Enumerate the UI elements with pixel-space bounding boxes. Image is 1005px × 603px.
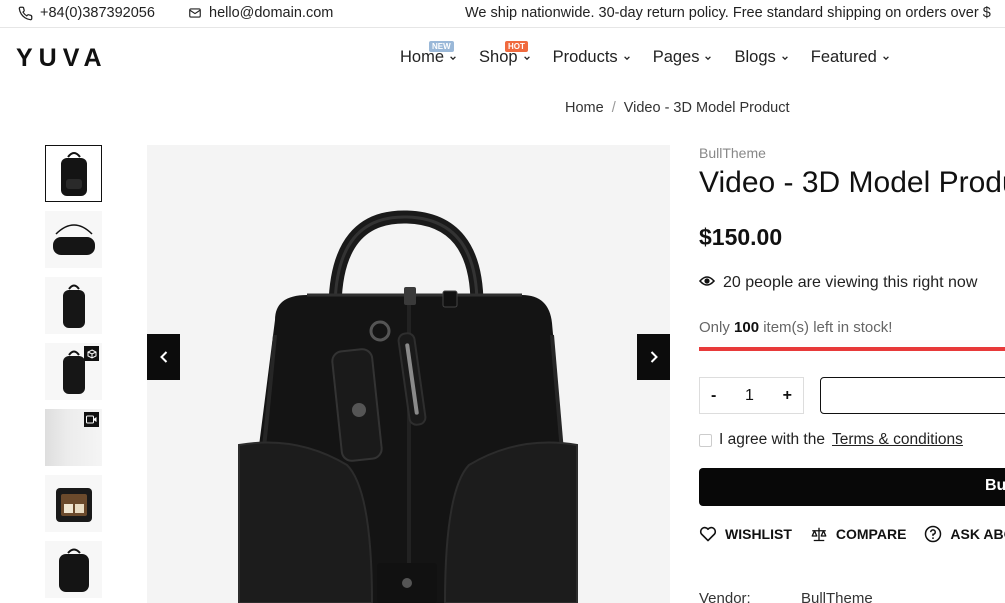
email-address: hello@domain.com (209, 5, 334, 21)
thumbnail-backpack-back[interactable] (45, 541, 102, 598)
new-badge: NEW (429, 41, 454, 52)
vendor-row: Vendor: BullTheme (699, 590, 873, 603)
decrease-quantity-button[interactable]: - (711, 387, 716, 405)
top-bar: +84(0)387392056 hello@domain.com We ship… (0, 0, 1005, 28)
phone-number: +84(0)387392056 (40, 5, 155, 21)
chevron-down-icon (450, 55, 456, 60)
scale-icon (811, 527, 827, 541)
wishlist-label: WISHLIST (725, 526, 792, 542)
thumbnail-video[interactable] (45, 409, 102, 466)
viewing-counter: 20 people are viewing this right now (698, 274, 978, 292)
eye-icon (698, 274, 716, 292)
previous-image-button[interactable] (147, 334, 180, 380)
phone-contact[interactable]: +84(0)387392056 (18, 5, 155, 21)
nav-featured-label: Featured (810, 48, 877, 66)
chevron-left-icon (159, 351, 167, 363)
thumbnail-backpack-side[interactable] (45, 277, 102, 334)
stock-message: Only 100 item(s) left in stock! (699, 319, 892, 336)
stock-progress-bar (699, 347, 1005, 351)
mail-icon (188, 6, 202, 20)
nav-featured[interactable]: Featured (811, 48, 890, 67)
vendor-value[interactable]: BullTheme (801, 590, 873, 603)
terms-checkbox[interactable] (699, 433, 712, 447)
thumbnail-bag-open[interactable] (45, 475, 102, 532)
site-logo[interactable]: YUVA (16, 44, 108, 73)
nav-pages-label: Pages (652, 48, 700, 66)
main-product-image[interactable] (147, 145, 670, 603)
viewing-text: 20 people are viewing this right now (723, 274, 978, 291)
stock-prefix: Only (699, 319, 730, 336)
thumbnail-3d-model[interactable] (45, 343, 102, 400)
nav-products-label: Products (552, 48, 618, 66)
terms-link[interactable]: Terms & conditions (832, 431, 963, 449)
nav-shop[interactable]: Shop HOT (479, 41, 531, 67)
promo-message: We ship nationwide. 30-day return policy… (465, 5, 991, 21)
chevron-down-icon (623, 55, 630, 60)
ask-about-label: ASK ABOUT (950, 526, 1005, 542)
product-actions: WISHLIST COMPARE ASK ABOUT (699, 525, 1005, 543)
stock-count: 100 (734, 319, 760, 336)
add-to-cart-button[interactable] (820, 377, 1005, 414)
chevron-down-icon (705, 55, 712, 60)
phone-icon (18, 6, 33, 21)
vendor-label: Vendor: (699, 590, 751, 603)
breadcrumb-current: Video - 3D Model Product (623, 100, 790, 116)
thumbnail-gallery (45, 145, 102, 603)
breadcrumb: Home / Video - 3D Model Product (565, 100, 790, 116)
buy-now-button[interactable]: Buy (699, 468, 1005, 506)
nav-home[interactable]: Home NEW (400, 41, 457, 67)
product-vendor[interactable]: BullTheme (699, 145, 766, 161)
3d-cube-icon (84, 346, 99, 361)
nav-pages[interactable]: Pages (653, 48, 713, 67)
wishlist-button[interactable]: WISHLIST (699, 525, 792, 543)
breadcrumb-separator: / (611, 100, 616, 116)
ask-about-button[interactable]: ASK ABOUT (924, 525, 1005, 543)
quantity-stepper: - 1 + (699, 377, 804, 414)
nav-products[interactable]: Products (553, 48, 631, 67)
terms-agreement: I agree with the Terms & conditions (699, 431, 963, 449)
product-price: $150.00 (699, 224, 783, 250)
question-icon (925, 525, 942, 543)
hot-badge: HOT (505, 41, 528, 52)
video-camera-icon (84, 412, 99, 427)
stock-suffix: item(s) left in stock! (763, 319, 893, 336)
compare-label: COMPARE (835, 526, 907, 542)
breadcrumb-home[interactable]: Home (565, 100, 604, 116)
main-nav: Home NEW Shop HOT Products Pages Blogs F… (400, 41, 912, 67)
heart-icon (699, 526, 717, 542)
chevron-right-icon (650, 351, 658, 363)
chevron-down-icon (781, 55, 788, 60)
agree-text: I agree with the (719, 431, 825, 448)
nav-blogs[interactable]: Blogs (734, 48, 788, 67)
nav-blogs-label: Blogs (734, 48, 776, 66)
buy-now-label: Buy (985, 477, 1005, 494)
product-title: Video - 3D Model Product (699, 166, 1005, 199)
thumbnail-backpack-front[interactable] (45, 145, 102, 202)
quantity-value[interactable]: 1 (745, 387, 754, 405)
chevron-down-icon (882, 55, 889, 60)
increase-quantity-button[interactable]: + (783, 387, 792, 405)
next-image-button[interactable] (637, 334, 670, 380)
compare-button[interactable]: COMPARE (810, 525, 907, 543)
thumbnail-duffel-side[interactable] (45, 211, 102, 268)
chevron-down-icon (523, 55, 530, 60)
email-contact[interactable]: hello@domain.com (188, 5, 333, 21)
backpack-image (238, 210, 578, 603)
